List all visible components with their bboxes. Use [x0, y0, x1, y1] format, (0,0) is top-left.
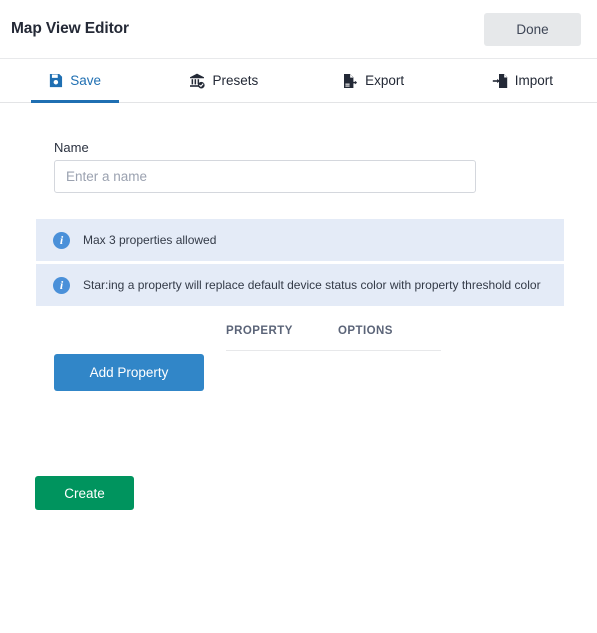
create-button[interactable]: Create: [35, 476, 134, 510]
info-icon: i: [53, 231, 70, 249]
info-banner-text: Max 3 properties allowed: [83, 233, 217, 247]
import-icon: [492, 73, 508, 89]
info-banner-text: Star:ing a property will replace default…: [83, 278, 541, 292]
tab-export[interactable]: Export: [299, 59, 448, 102]
save-icon: [48, 73, 63, 88]
editor-tabbar: Save Presets Export Import: [0, 58, 597, 103]
tab-save-label: Save: [70, 73, 102, 88]
info-icon: i: [53, 276, 70, 294]
property-table: PROPERTY OPTIONS: [226, 325, 441, 351]
info-banner-max-properties: i Max 3 properties allowed: [36, 219, 564, 261]
name-field-label: Name: [54, 140, 89, 155]
column-header-property: PROPERTY: [226, 325, 293, 337]
page-title: Map View Editor: [11, 20, 129, 37]
done-button[interactable]: Done: [484, 12, 581, 46]
name-input[interactable]: [54, 160, 476, 193]
editor-content: Name i Max 3 properties allowed i Star:i…: [0, 103, 597, 633]
panel-header: Map View Editor Done: [0, 0, 597, 58]
tab-presets[interactable]: Presets: [149, 59, 298, 102]
tab-import-label: Import: [514, 73, 553, 88]
add-property-button[interactable]: Add Property: [54, 354, 204, 391]
property-table-header: PROPERTY OPTIONS: [226, 325, 441, 351]
tab-export-label: Export: [365, 73, 405, 88]
presets-icon: [189, 73, 206, 89]
info-banner-starring-property: i Star:ing a property will replace defau…: [36, 264, 564, 306]
export-icon: [342, 73, 358, 89]
column-header-options: OPTIONS: [338, 325, 393, 337]
map-view-editor-panel: Map View Editor Done Save Presets Export…: [0, 0, 597, 633]
tab-import[interactable]: Import: [448, 59, 597, 102]
tab-presets-label: Presets: [212, 73, 259, 88]
tab-save[interactable]: Save: [0, 59, 149, 103]
